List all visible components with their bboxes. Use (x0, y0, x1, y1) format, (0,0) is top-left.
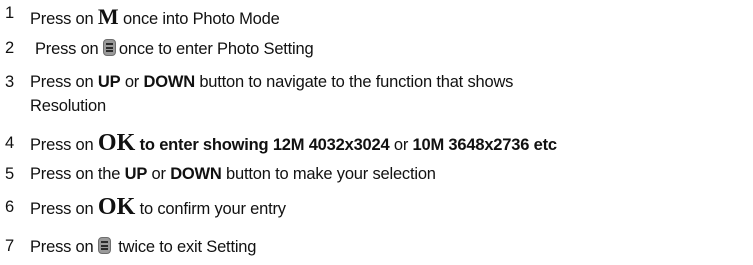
step-number: 5 (5, 165, 14, 183)
step-text: Press on UP or DOWN button to navigate t… (30, 73, 513, 92)
up-key: UP (124, 165, 148, 183)
menu-icon (102, 39, 116, 56)
step-text-part: Press on (30, 238, 98, 256)
step-text-part: or (120, 73, 144, 91)
step-text-part: Press on the (30, 165, 125, 183)
step-text: Press on M once into Photo Mode (30, 4, 280, 30)
step-text-part: button to navigate to the function that … (194, 73, 514, 91)
step-text-part: Press on (30, 10, 98, 28)
resolution-option-10m: 10M 3648x2736 etc (412, 136, 558, 154)
step-number: 6 (5, 198, 14, 216)
step-text: Press on OK to enter showing 12M 4032x30… (30, 130, 557, 157)
step-text: Press on the UP or DOWN button to make y… (30, 165, 436, 184)
down-key: DOWN (143, 73, 195, 91)
step-text-part: once to enter Photo Setting (118, 40, 314, 58)
down-key: DOWN (170, 165, 222, 183)
step-text-part: Press on (30, 200, 98, 218)
step-text-part: or (389, 136, 413, 154)
up-key: UP (97, 73, 121, 91)
instruction-list: 1 Press on M once into Photo Mode 2 Pres… (0, 0, 753, 265)
step-text-part: to confirm your entry (135, 200, 286, 218)
step-text-part: Press on (30, 136, 98, 154)
step-text-part: or (147, 165, 171, 183)
step-text: Press on OK to confirm your entry (30, 194, 286, 221)
step-3-continuation: Resolution (30, 97, 106, 115)
step-text-part: once into Photo Mode (118, 10, 280, 28)
step-text: Press on twice to exit Setting (30, 237, 256, 257)
resolution-option-12m: to enter showing 12M 4032x3024 (135, 136, 390, 154)
mode-key-m: M (97, 4, 119, 29)
step-number: 7 (5, 237, 14, 255)
menu-icon (97, 237, 111, 254)
step-number: 3 (5, 73, 14, 91)
ok-key: OK (97, 194, 136, 220)
step-text-part: Press on (30, 73, 98, 91)
step-text-part: button to make your selection (221, 165, 436, 183)
step-text-part: twice to exit Setting (113, 238, 257, 256)
ok-key: OK (97, 130, 136, 156)
step-text-part: Press on (35, 40, 103, 58)
step-text: Press on once to enter Photo Setting (35, 39, 314, 59)
step-number: 4 (5, 134, 14, 152)
step-number: 1 (5, 4, 14, 22)
step-number: 2 (5, 39, 14, 57)
